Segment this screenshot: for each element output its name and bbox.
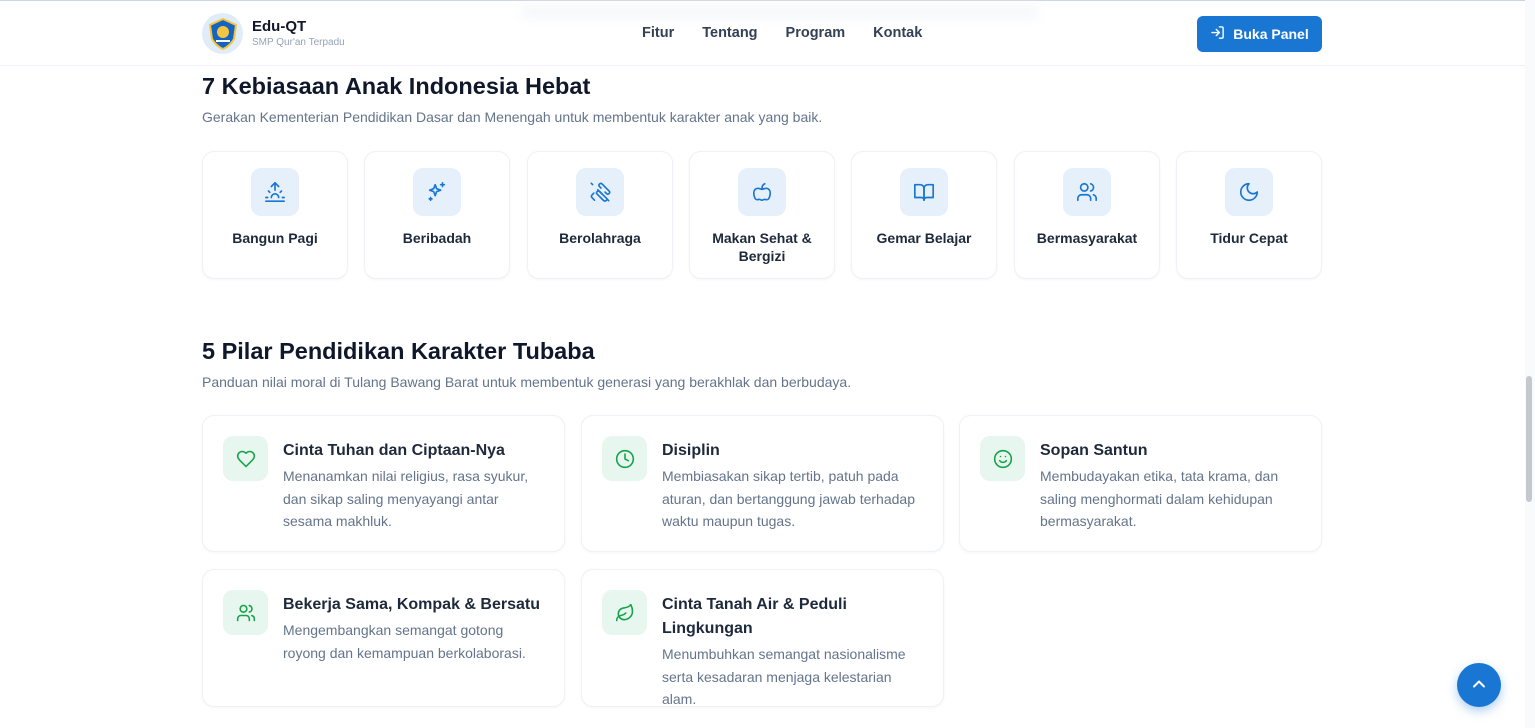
pillar-title: Bekerja Sama, Kompak & Bersatu xyxy=(283,596,540,613)
habit-card-bermasyarakat: Bermasyarakat xyxy=(1014,151,1160,279)
leaf-icon xyxy=(602,590,647,635)
sunrise-icon xyxy=(251,168,299,216)
habits-section-title: 7 Kebiasaan Anak Indonesia Hebat xyxy=(202,73,591,99)
habit-label: Bermasyarakat xyxy=(1036,230,1138,246)
habit-card-bangun-pagi: Bangun Pagi xyxy=(202,151,348,279)
open-panel-label: Buka Panel xyxy=(1233,26,1309,42)
top-navigation-bar: Edu-QT SMP Qur'an Terpadu Fitur Tentang … xyxy=(0,0,1525,66)
brand-name: Edu-QT xyxy=(252,18,307,35)
habits-section-subtitle: Gerakan Kementerian Pendidikan Dasar dan… xyxy=(202,109,823,125)
page-scrollbar-thumb[interactable] xyxy=(1526,376,1532,502)
pillars-section-title: 5 Pilar Pendidikan Karakter Tubaba xyxy=(202,338,595,364)
open-panel-button[interactable]: Buka Panel xyxy=(1197,16,1322,52)
pillar-title: Sopan Santun xyxy=(1040,442,1148,459)
pillar-card-cinta-tuhan: Cinta Tuhan dan Ciptaan-Nya Menanamkan n… xyxy=(202,415,565,552)
pillars-section-subtitle: Panduan nilai moral di Tulang Bawang Bar… xyxy=(202,374,852,390)
brand[interactable]: Edu-QT SMP Qur'an Terpadu xyxy=(202,13,345,54)
book-open-icon xyxy=(900,168,948,216)
habit-card-makan-sehat: Makan Sehat & Bergizi xyxy=(689,151,835,279)
pillar-description: Membiasakan sikap tertib, patuh pada atu… xyxy=(662,468,915,529)
sparkles-icon xyxy=(413,168,461,216)
scroll-to-top-button[interactable] xyxy=(1457,663,1501,707)
nav-link-tentang[interactable]: Tentang xyxy=(702,25,757,41)
smile-icon xyxy=(980,436,1025,481)
nav-link-kontak[interactable]: Kontak xyxy=(873,25,922,41)
habit-label: Gemar Belajar xyxy=(876,230,972,246)
pillar-description: Menumbuhkan semangat nasionalisme serta … xyxy=(662,646,906,707)
pillar-title: Cinta Tanah Air & Peduli Lingkungan xyxy=(662,596,847,637)
pillar-card-cinta-tanah-air: Cinta Tanah Air & Peduli Lingkungan Menu… xyxy=(581,569,944,707)
habit-card-beribadah: Beribadah xyxy=(364,151,510,279)
login-icon xyxy=(1210,25,1225,43)
users-icon xyxy=(223,590,268,635)
habit-label: Tidur Cepat xyxy=(1210,230,1288,246)
habit-label: Berolahraga xyxy=(559,230,641,246)
habit-card-gemar-belajar: Gemar Belajar xyxy=(851,151,997,279)
page-scrollbar-track[interactable] xyxy=(1525,0,1535,728)
pillar-title: Cinta Tuhan dan Ciptaan-Nya xyxy=(283,442,505,459)
dumbbell-icon xyxy=(576,168,624,216)
school-logo-icon xyxy=(202,13,243,54)
habit-label: Makan Sehat & Bergizi xyxy=(712,230,812,264)
pillar-description: Menanamkan nilai religius, rasa syukur, … xyxy=(283,468,529,529)
moon-icon xyxy=(1225,168,1273,216)
pillar-description: Membudayakan etika, tata krama, dan sali… xyxy=(1040,468,1279,529)
nav-link-fitur[interactable]: Fitur xyxy=(642,25,674,41)
brand-subtitle: SMP Qur'an Terpadu xyxy=(252,37,345,48)
clock-icon xyxy=(602,436,647,481)
habit-label: Beribadah xyxy=(402,230,472,246)
pillar-card-disiplin: Disiplin Membiasakan sikap tertib, patuh… xyxy=(581,415,944,552)
pillar-card-sopan-santun: Sopan Santun Membudayakan etika, tata kr… xyxy=(959,415,1322,552)
pillar-title: Disiplin xyxy=(662,442,720,459)
blurred-background-text xyxy=(520,5,1040,19)
users-icon xyxy=(1063,168,1111,216)
chevron-up-icon xyxy=(1469,674,1489,697)
habit-card-berolahraga: Berolahraga xyxy=(527,151,673,279)
nav-link-program[interactable]: Program xyxy=(786,25,846,41)
apple-icon xyxy=(738,168,786,216)
main-nav: Fitur Tentang Program Kontak xyxy=(642,25,922,41)
pillar-description: Mengembangkan semangat gotong royong dan… xyxy=(283,622,526,661)
habit-card-tidur-cepat: Tidur Cepat xyxy=(1176,151,1322,279)
pillar-card-bekerja-sama: Bekerja Sama, Kompak & Bersatu Mengemban… xyxy=(202,569,565,707)
heart-icon xyxy=(223,436,268,481)
habit-label: Bangun Pagi xyxy=(232,230,318,246)
